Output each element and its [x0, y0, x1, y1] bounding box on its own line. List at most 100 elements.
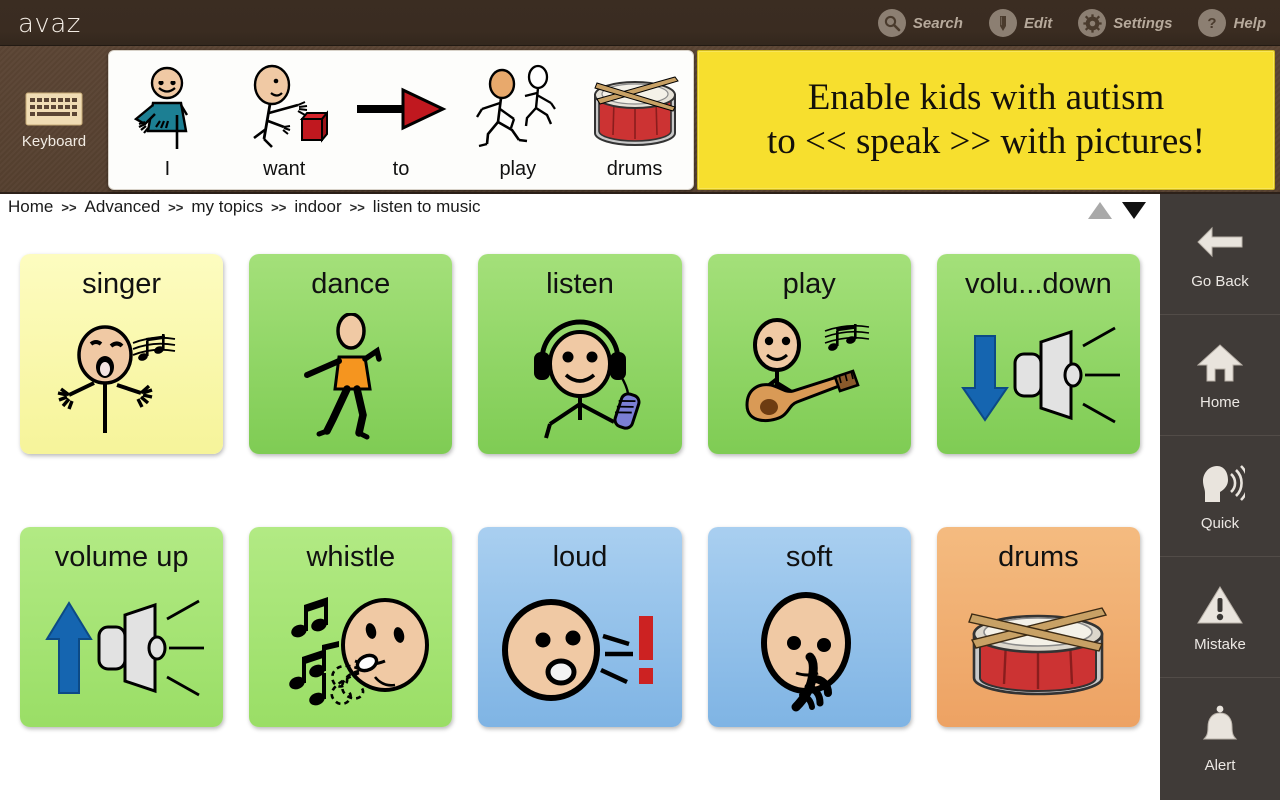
loud-icon — [478, 572, 681, 727]
singer-icon — [20, 299, 223, 454]
app-logo: avaz — [18, 9, 81, 39]
sidebar-item-alert[interactable]: Alert — [1160, 678, 1280, 799]
card-label: drums — [998, 541, 1079, 573]
card-label: listen — [546, 268, 614, 300]
keyboard-icon — [25, 91, 83, 127]
sidebar-item-mistake[interactable]: Mistake — [1160, 557, 1280, 678]
sidebar-item-go-back[interactable]: Go Back — [1160, 194, 1280, 315]
card-soft[interactable]: soft — [707, 527, 911, 727]
triangle-up-icon[interactable] — [1088, 202, 1112, 219]
card-label: soft — [785, 541, 833, 573]
promo-line-2: to << speak >> with pictures! — [767, 121, 1205, 162]
card-whistle[interactable]: whistle — [249, 527, 453, 727]
edit-label: Edit — [1023, 14, 1053, 32]
card-listen[interactable]: listen — [478, 254, 682, 454]
svg-text:?: ? — [1208, 15, 1217, 32]
dance-icon — [249, 299, 452, 454]
settings-label: Settings — [1113, 14, 1173, 32]
card-label: dance — [311, 268, 391, 300]
person-pointing-self-icon — [128, 62, 206, 156]
card-label: play — [782, 268, 836, 300]
card-loud[interactable]: loud — [478, 527, 682, 727]
breadcrumb-separator: >> — [61, 200, 77, 215]
edit-button[interactable]: Edit — [981, 5, 1060, 41]
speaking-head-icon — [1195, 461, 1245, 507]
sidebar-item-label: Mistake — [1194, 635, 1246, 653]
sidebar-item-label: Alert — [1204, 757, 1236, 774]
breadcrumb-separator: >> — [349, 200, 365, 215]
card-play[interactable]: play — [707, 254, 911, 454]
sidebar-item-label: Home — [1199, 393, 1240, 411]
card-label: whistle — [306, 541, 396, 573]
listen-icon — [478, 299, 681, 454]
avaz-app-window: avaz Search Edit Settings ? Help Keyboar… — [0, 0, 1280, 800]
card-dance[interactable]: dance — [249, 254, 453, 454]
right-sidebar: Go Back Home Quick Mistake Alert — [1160, 194, 1280, 800]
drums-icon — [937, 572, 1140, 727]
promo-banner: Enable kids with autism to << speak >> w… — [697, 50, 1275, 190]
toolbar-actions: Search Edit Settings ? Help — [870, 0, 1274, 46]
sentence-word-drums[interactable]: drums — [576, 51, 693, 189]
card-label: volu...down — [965, 268, 1112, 300]
sentence-word-label: I — [164, 158, 171, 180]
symbol-grid: singer dance listen play volu...down vol… — [0, 232, 1160, 800]
card-label: volume up — [54, 541, 189, 573]
breadcrumb: Home >> Advanced >> my topics >> indoor … — [8, 197, 481, 217]
help-button[interactable]: ? Help — [1190, 5, 1274, 41]
keyboard-label: Keyboard — [21, 132, 87, 150]
card-drums[interactable]: drums — [936, 527, 1140, 727]
help-label: Help — [1233, 14, 1266, 32]
back-arrow-icon — [1196, 219, 1244, 265]
breadcrumb-item-listen-to-music[interactable]: listen to music — [373, 197, 481, 217]
card-label: singer — [82, 268, 162, 300]
whistle-icon — [249, 572, 452, 727]
warning-triangle-icon — [1197, 582, 1243, 628]
search-button[interactable]: Search — [870, 5, 971, 41]
sidebar-item-label: Go Back — [1191, 272, 1249, 290]
sentence-strip[interactable]: I want to play drums — [108, 50, 694, 190]
play-guitar-icon — [708, 299, 911, 454]
home-icon — [1197, 340, 1243, 386]
sentence-word-label: drums — [606, 158, 663, 180]
promo-line-1: Enable kids with autism — [807, 77, 1165, 119]
breadcrumb-bar: Home >> Advanced >> my topics >> indoor … — [0, 194, 1160, 232]
card-volume-up[interactable]: volume up — [20, 527, 224, 727]
breadcrumb-item-indoor[interactable]: indoor — [294, 197, 341, 217]
right-arrow-icon — [355, 62, 447, 156]
person-reaching-for-block-icon — [240, 62, 329, 156]
card-singer[interactable]: singer — [20, 254, 224, 454]
sidebar-item-label: Quick — [1200, 514, 1240, 532]
sentence-word-to[interactable]: to — [343, 51, 460, 189]
breadcrumb-item-advanced[interactable]: Advanced — [85, 197, 161, 217]
sidebar-item-home[interactable]: Home — [1160, 315, 1280, 436]
sentence-word-want[interactable]: want — [226, 51, 343, 189]
card-volume-down[interactable]: volu...down — [936, 254, 1140, 454]
sentence-word-label: to — [392, 158, 410, 180]
volume-down-icon — [937, 299, 1140, 454]
settings-button[interactable]: Settings — [1070, 5, 1180, 41]
snare-drum-icon — [583, 62, 687, 156]
keyboard-button[interactable]: Keyboard — [0, 46, 108, 194]
two-running-figures-icon — [472, 62, 564, 156]
search-icon — [877, 9, 906, 37]
sentence-word-label: want — [263, 158, 306, 180]
soft-icon — [708, 572, 911, 727]
question-icon: ? — [1198, 9, 1227, 37]
sentence-word-i[interactable]: I — [109, 51, 226, 189]
scroll-controls — [1088, 202, 1146, 219]
triangle-down-icon[interactable] — [1122, 202, 1146, 219]
breadcrumb-separator: >> — [271, 200, 287, 215]
breadcrumb-separator: >> — [168, 200, 184, 215]
card-label: loud — [552, 541, 608, 573]
top-toolbar: avaz Search Edit Settings ? Help — [0, 0, 1280, 46]
sentence-word-play[interactable]: play — [459, 51, 576, 189]
search-label: Search — [912, 14, 963, 32]
gear-icon — [1078, 9, 1107, 37]
volume-up-icon — [20, 572, 223, 727]
breadcrumb-item-home[interactable]: Home — [8, 197, 53, 217]
bell-icon — [1198, 703, 1242, 749]
pencil-icon — [988, 9, 1017, 37]
breadcrumb-item-my-topics[interactable]: my topics — [191, 197, 263, 217]
sentence-word-label: play — [499, 158, 537, 180]
sidebar-item-quick[interactable]: Quick — [1160, 436, 1280, 557]
